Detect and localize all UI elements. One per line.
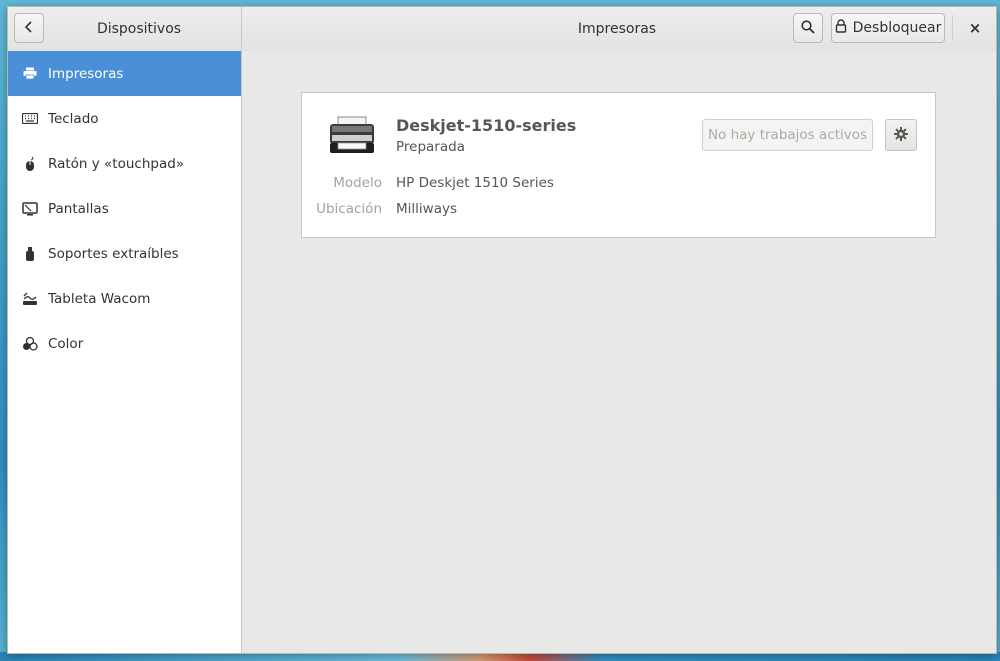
headerbar-separator: [952, 15, 953, 41]
model-label: Modelo: [333, 175, 382, 191]
search-icon: [801, 19, 815, 38]
sidebar: Impresoras Teclado Ratón y «touchpad» Pa…: [8, 51, 242, 653]
printer-icon: [22, 66, 38, 82]
sidebar-item-label: Pantallas: [48, 200, 109, 217]
sidebar-item-label: Color: [48, 335, 84, 352]
chevron-left-icon: [23, 19, 35, 37]
jobs-button[interactable]: No hay trabajos activos: [702, 119, 873, 151]
printer-name: Deskjet-1510-series: [396, 116, 577, 135]
unlock-button[interactable]: Desbloquear: [831, 13, 945, 43]
sidebar-item-keyboard[interactable]: Teclado: [8, 96, 241, 141]
color-icon: [22, 336, 38, 352]
sidebar-item-printers[interactable]: Impresoras: [8, 51, 241, 96]
gear-icon: [894, 126, 908, 145]
sidebar-item-label: Impresoras: [48, 65, 124, 82]
keyboard-icon: [22, 111, 38, 127]
sidebar-item-removable-media[interactable]: Soportes extraíbles: [8, 231, 241, 276]
printer-device-icon: [328, 115, 376, 157]
close-icon: ×: [968, 19, 982, 37]
tablet-icon: [22, 291, 38, 307]
settings-window: Dispositivos Impresoras Desbloquear × Im…: [7, 6, 997, 654]
search-button[interactable]: [793, 13, 823, 43]
close-button[interactable]: ×: [960, 13, 990, 43]
sidebar-item-displays[interactable]: Pantallas: [8, 186, 241, 231]
headerbar: Dispositivos Impresoras Desbloquear ×: [8, 7, 996, 52]
sidebar-item-label: Soportes extraíbles: [48, 245, 179, 262]
sidebar-item-mouse[interactable]: Ratón y «touchpad»: [8, 141, 241, 186]
sidebar-item-label: Teclado: [48, 110, 99, 127]
usb-drive-icon: [22, 246, 38, 262]
location-label: Ubicación: [316, 201, 382, 217]
printer-settings-button[interactable]: [885, 119, 917, 151]
back-button[interactable]: [14, 13, 44, 43]
sidebar-item-color[interactable]: Color: [8, 321, 241, 366]
unlock-label: Desbloquear: [852, 20, 942, 36]
sidebar-item-label: Tableta Wacom: [48, 290, 151, 307]
lock-icon: [835, 19, 847, 37]
display-icon: [22, 201, 38, 217]
mouse-icon: [22, 156, 38, 172]
printer-card: Deskjet-1510-series Preparada No hay tra…: [301, 92, 936, 238]
model-value: HP Deskjet 1510 Series: [396, 175, 554, 191]
location-value: Milliways: [396, 201, 457, 217]
sidebar-title: Dispositivos: [96, 21, 182, 37]
sidebar-item-label: Ratón y «touchpad»: [48, 155, 185, 172]
main-content: Deskjet-1510-series Preparada No hay tra…: [242, 51, 996, 653]
printer-status: Preparada: [396, 139, 465, 155]
sidebar-item-wacom-tablet[interactable]: Tableta Wacom: [8, 276, 241, 321]
